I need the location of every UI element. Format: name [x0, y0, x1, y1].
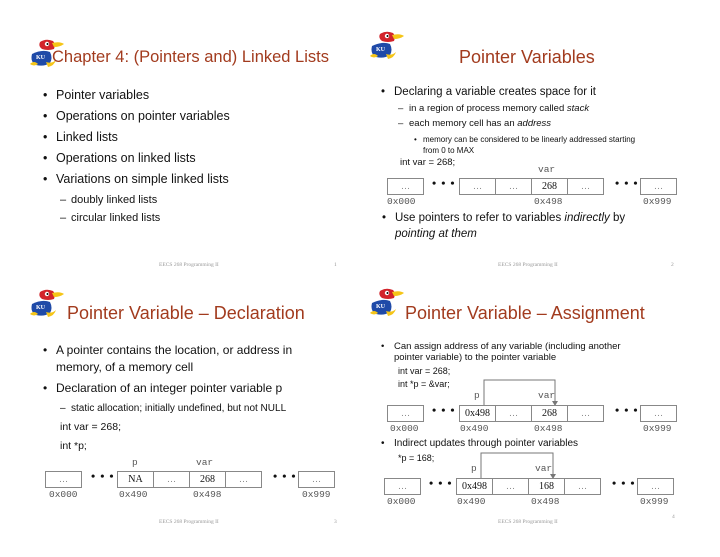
- sub-bullet: circular linked lists: [60, 212, 160, 224]
- code-line: int var = 268;: [400, 157, 456, 168]
- address-label: 0x490: [457, 496, 486, 507]
- p-label: p: [471, 463, 477, 474]
- memory-cell: …: [387, 178, 424, 195]
- memory-cell: …: [492, 478, 529, 495]
- memory-cell: …: [637, 478, 674, 495]
- var-label: var: [538, 390, 556, 401]
- slide-number: 3: [334, 519, 337, 525]
- memory-cell: …: [567, 405, 604, 422]
- bullet: Declaring a variable creates space for i…: [381, 86, 596, 98]
- address-label: 0x490: [460, 423, 489, 434]
- var-label: var: [538, 164, 556, 175]
- ellipsis: • • •: [432, 403, 456, 417]
- ellipsis: • • •: [429, 476, 453, 490]
- memory-cell-p: 0x498: [456, 478, 493, 495]
- sub-sub-bullet-cont: from 0 to MAX: [423, 146, 475, 155]
- address-label: 0x999: [640, 496, 669, 507]
- address-label: 0x000: [387, 196, 416, 207]
- code-line: int *p;: [60, 440, 87, 452]
- bullet-cont: memory, of a memory cell: [56, 360, 194, 374]
- bullet: Operations on linked lists: [43, 151, 196, 165]
- code-line: *p = 168;: [398, 453, 435, 463]
- bullet: A pointer contains the location, or addr…: [43, 343, 292, 357]
- memory-cell: …: [495, 405, 532, 422]
- address-label: 0x000: [387, 496, 416, 507]
- jayhawk-logo-icon: [26, 288, 66, 318]
- address-label: 0x999: [302, 489, 331, 500]
- memory-cell: …: [564, 478, 601, 495]
- slide-2[interactable]: Pointer Variables Declaring a variable c…: [360, 0, 720, 278]
- address-label: 0x498: [534, 196, 563, 207]
- slide-title: Pointer Variable – Declaration: [67, 303, 305, 323]
- p-label: p: [132, 457, 138, 468]
- ellipsis: • • •: [432, 176, 456, 190]
- bullet: Use pointers to refer to variables indir…: [382, 212, 625, 224]
- ellipsis: • • •: [615, 403, 639, 417]
- p-label: p: [474, 390, 480, 401]
- slide-4[interactable]: Pointer Variable – Assignment Can assign…: [360, 279, 720, 557]
- var-label: var: [535, 463, 553, 474]
- slide-title: Chapter 4: (Pointers and) Linked Lists: [52, 48, 329, 66]
- sub-sub-bullet: memory can be considered to be linearly …: [414, 135, 635, 144]
- slide-footer: EECS 268 Programming II: [159, 519, 219, 525]
- ellipsis: • • •: [91, 469, 115, 483]
- memory-cell: …: [45, 471, 82, 488]
- bullet: Variations on simple linked lists: [43, 172, 229, 186]
- address-label: 0x490: [119, 489, 148, 500]
- ellipsis: • • •: [612, 476, 636, 490]
- address-label: 0x999: [643, 423, 672, 434]
- var-label: var: [196, 457, 214, 468]
- memory-cell: …: [495, 178, 532, 195]
- slide-number: 1: [334, 262, 337, 268]
- memory-cell: …: [640, 405, 677, 422]
- slide-footer: EECS 268 Programming II: [159, 262, 219, 268]
- slide-number: 2: [671, 262, 674, 268]
- bullet: Operations on pointer variables: [43, 109, 230, 123]
- slide-title: Pointer Variables: [459, 47, 595, 67]
- address-label: 0x999: [643, 196, 672, 207]
- bullet: Pointer variables: [43, 88, 149, 102]
- code-line: int var = 268;: [60, 421, 121, 433]
- memory-cell: …: [298, 471, 335, 488]
- memory-cell: …: [567, 178, 604, 195]
- bullet: Linked lists: [43, 130, 118, 144]
- ellipsis: • • •: [273, 469, 297, 483]
- slide-footer: EECS 268 Programming II: [498, 519, 558, 525]
- bullet: Indirect updates through pointer variabl…: [381, 438, 578, 449]
- sub-bullet: static allocation; initially undefined, …: [60, 403, 286, 414]
- address-label: 0x000: [49, 489, 78, 500]
- address-label: 0x498: [193, 489, 222, 500]
- memory-cell-var: 268: [189, 471, 226, 488]
- sub-bullet: in a region of process memory called sta…: [398, 103, 589, 114]
- memory-cell-var: 168: [528, 478, 565, 495]
- jayhawk-logo-icon: [366, 30, 406, 60]
- memory-cell: …: [153, 471, 190, 488]
- sub-bullet: doubly linked lists: [60, 194, 157, 206]
- address-label: 0x498: [531, 496, 560, 507]
- slide-3[interactable]: Pointer Variable – Declaration A pointer…: [0, 279, 360, 557]
- memory-cell: …: [640, 178, 677, 195]
- slide-1[interactable]: Chapter 4: (Pointers and) Linked Lists P…: [0, 0, 360, 278]
- memory-cell: …: [387, 405, 424, 422]
- memory-cell-p: NA: [117, 471, 154, 488]
- memory-cell: …: [459, 178, 496, 195]
- address-label: 0x000: [390, 423, 419, 434]
- memory-cell: …: [384, 478, 421, 495]
- bullet: Declaration of an integer pointer variab…: [43, 381, 282, 395]
- slide-footer: EECS 268 Programming II: [498, 262, 558, 268]
- bullet-cont: pointing at them: [395, 228, 477, 240]
- sub-bullet: each memory cell has an address: [398, 118, 551, 129]
- memory-cell: …: [225, 471, 262, 488]
- address-label: 0x498: [534, 423, 563, 434]
- memory-cell-var: 268: [531, 178, 568, 195]
- memory-cell-p: 0x498: [459, 405, 496, 422]
- memory-cell-var: 268: [531, 405, 568, 422]
- ellipsis: • • •: [615, 176, 639, 190]
- slide-number: 4: [672, 514, 675, 520]
